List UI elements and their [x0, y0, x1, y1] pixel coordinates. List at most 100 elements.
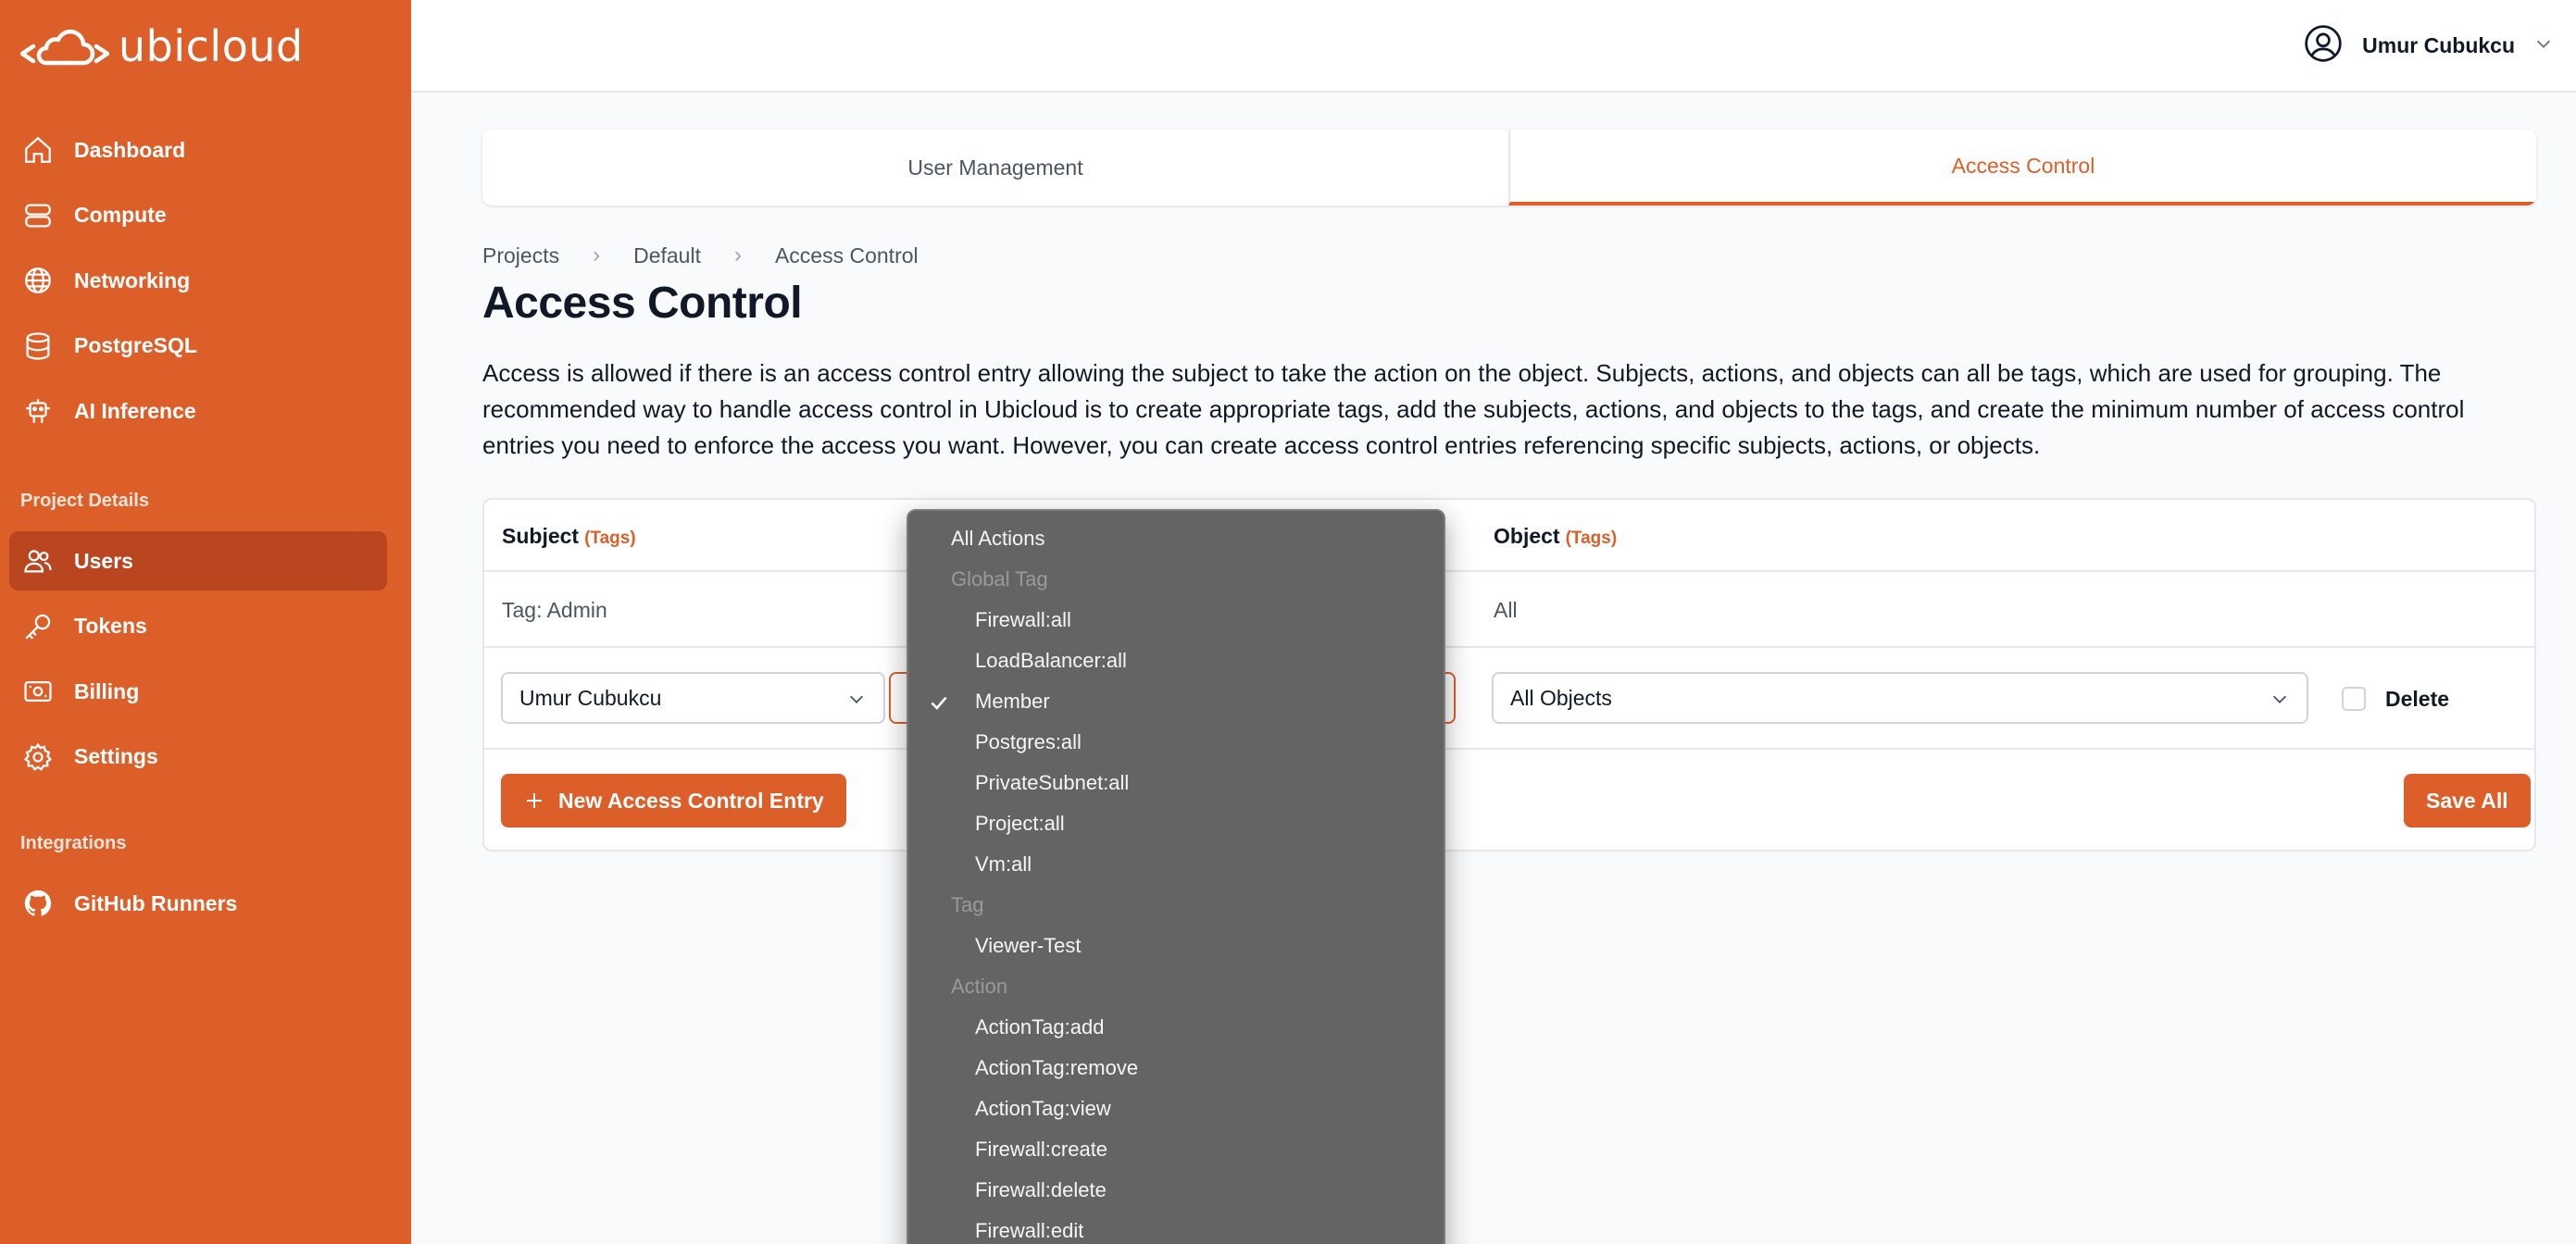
sidebar-item-github-runners[interactable]: GitHub Runners — [9, 874, 387, 933]
user-circle-icon — [2305, 24, 2342, 62]
chevron-right-icon: › — [593, 243, 601, 267]
dropdown-option[interactable]: ActionTag:add — [908, 1007, 1444, 1048]
object-select[interactable]: All Objects — [1492, 672, 2308, 724]
delete-label: Delete — [2385, 687, 2450, 711]
save-all-button[interactable]: Save All — [2404, 774, 2531, 827]
save-all-button-label: Save All — [2426, 788, 2508, 813]
object-header-label: Object — [1494, 524, 1560, 548]
sidebar-item-label: Networking — [74, 267, 191, 292]
breadcrumb-projects[interactable]: Projects — [482, 243, 559, 268]
action-dropdown-list: All Actions Global Tag Firewall:all Load… — [907, 509, 1445, 1244]
brand-name: ubicloud — [119, 21, 304, 71]
sidebar-item-label: Dashboard — [74, 137, 186, 162]
object-select-value: All Objects — [1510, 685, 1612, 710]
logo[interactable]: ubicloud — [20, 20, 304, 72]
sidebar-item-label: Tokens — [74, 614, 147, 638]
tab-bar: User Management Access Control — [482, 130, 2536, 205]
plus-icon — [527, 793, 542, 808]
sidebar-item-label: Users — [74, 548, 133, 573]
dropdown-option[interactable]: Firewall:delete — [908, 1170, 1444, 1211]
breadcrumb-default[interactable]: Default — [633, 243, 701, 268]
check-icon — [931, 696, 947, 710]
gear-icon — [23, 742, 53, 771]
database-icon — [26, 331, 50, 360]
static-object: All — [1494, 598, 1518, 622]
tab-access-control[interactable]: Access Control — [1508, 130, 2536, 205]
dropdown-option-label: Member — [975, 690, 1050, 713]
home-icon — [25, 136, 51, 163]
page-description: Access is allowed if there is an access … — [482, 359, 2465, 459]
breadcrumb-access-control: Access Control — [774, 243, 919, 267]
tab-user-management[interactable]: User Management — [482, 130, 1508, 205]
integrations-label: Integrations — [20, 833, 127, 853]
static-subject: Tag: Admin — [502, 598, 607, 622]
new-access-control-entry-button[interactable]: New Access Control Entry — [501, 774, 846, 827]
chevron-right-icon: › — [733, 243, 742, 267]
sidebar-item-compute[interactable]: Compute — [9, 186, 387, 245]
dropdown-option[interactable]: Firewall:all — [908, 600, 1444, 641]
table-row: Tag: Admin All — [484, 572, 2534, 648]
project-nav: Users Tokens Billing Settings — [9, 531, 387, 792]
cloud-logo-icon — [20, 29, 109, 66]
dropdown-option[interactable]: LoadBalancer:all — [908, 641, 1444, 681]
new-entry-button-label: New Access Control Entry — [558, 788, 824, 813]
subject-select[interactable]: Umur Cubukcu — [501, 672, 885, 724]
dropdown-option[interactable]: All Actions — [908, 518, 1444, 559]
sidebar-item-tokens[interactable]: Tokens — [9, 597, 387, 656]
page-title: Access Control — [482, 279, 803, 328]
sidebar-item-users[interactable]: Users — [9, 531, 387, 591]
chevron-down-icon — [2272, 695, 2287, 703]
user-name: Umur Cubukcu — [2362, 32, 2515, 57]
dropdown-option[interactable]: ActionTag:remove — [908, 1048, 1444, 1088]
dropdown-option[interactable]: Firewall:create — [908, 1129, 1444, 1170]
dropdown-option[interactable]: Viewer-Test — [908, 926, 1444, 966]
object-tags-link[interactable]: (Tags) — [1566, 529, 1618, 548]
sidebar-item-label: AI Inference — [74, 398, 196, 423]
avatar — [2303, 23, 2344, 68]
table-header-row: Subject (Tags) Object (Tags) — [484, 500, 2534, 572]
sidebar-item-label: Billing — [74, 678, 140, 703]
sidebar-item-label: Settings — [74, 744, 158, 768]
dropdown-option[interactable]: PrivateSubnet:all — [908, 763, 1444, 803]
sidebar-item-dashboard[interactable]: Dashboard — [9, 120, 387, 180]
integrations-nav: GitHub Runners — [9, 874, 387, 939]
robot-icon — [26, 399, 50, 423]
breadcrumb: Projects › Default › Access Control — [482, 243, 919, 268]
server-icon — [25, 204, 51, 227]
sidebar-item-networking[interactable]: Networking — [9, 251, 387, 310]
dropdown-option-selected[interactable]: Member — [908, 681, 1444, 722]
sidebar-item-settings[interactable]: Settings — [9, 728, 387, 787]
users-icon — [24, 550, 52, 573]
user-menu[interactable]: Umur Cubukcu — [2303, 22, 2554, 68]
dropdown-group-label: Global Tag — [951, 567, 1048, 591]
billing-icon — [24, 680, 52, 703]
dropdown-group-label: Tag — [951, 893, 984, 916]
chevron-down-icon — [2533, 33, 2554, 58]
subject-select-value: Umur Cubukcu — [519, 685, 662, 710]
dropdown-option[interactable]: Firewall:edit — [908, 1211, 1444, 1244]
dropdown-option[interactable]: Project:all — [908, 803, 1444, 844]
sidebar: ubicloud Dashboard Compute Networking Po… — [0, 0, 411, 1244]
globe-icon — [25, 267, 51, 293]
sidebar-item-label: Compute — [74, 203, 167, 227]
subject-header-label: Subject — [502, 524, 580, 548]
delete-checkbox[interactable] — [2342, 687, 2366, 711]
subject-column-header: Subject (Tags) — [502, 524, 636, 549]
dropdown-option[interactable]: Postgres:all — [908, 722, 1444, 763]
object-column-header: Object (Tags) — [1494, 524, 1617, 549]
sidebar-item-postgresql[interactable]: PostgreSQL — [9, 317, 387, 376]
dropdown-option[interactable]: ActionTag:view — [908, 1088, 1444, 1129]
sidebar-item-ai-inference[interactable]: AI Inference — [9, 381, 387, 441]
main-nav: Dashboard Compute Networking PostgreSQL … — [9, 120, 387, 447]
github-icon — [24, 889, 52, 916]
chevron-down-icon — [849, 695, 864, 703]
project-details-label: Project Details — [20, 491, 149, 511]
sidebar-item-label: PostgreSQL — [74, 333, 197, 357]
dropdown-group-label: Action — [951, 975, 1008, 998]
subject-tags-link[interactable]: (Tags) — [584, 529, 636, 548]
key-icon — [25, 614, 51, 640]
sidebar-item-billing[interactable]: Billing — [9, 662, 387, 721]
sidebar-item-label: GitHub Runners — [74, 890, 238, 915]
top-header: Umur Cubukcu — [411, 0, 2576, 93]
dropdown-option[interactable]: Vm:all — [908, 844, 1444, 885]
